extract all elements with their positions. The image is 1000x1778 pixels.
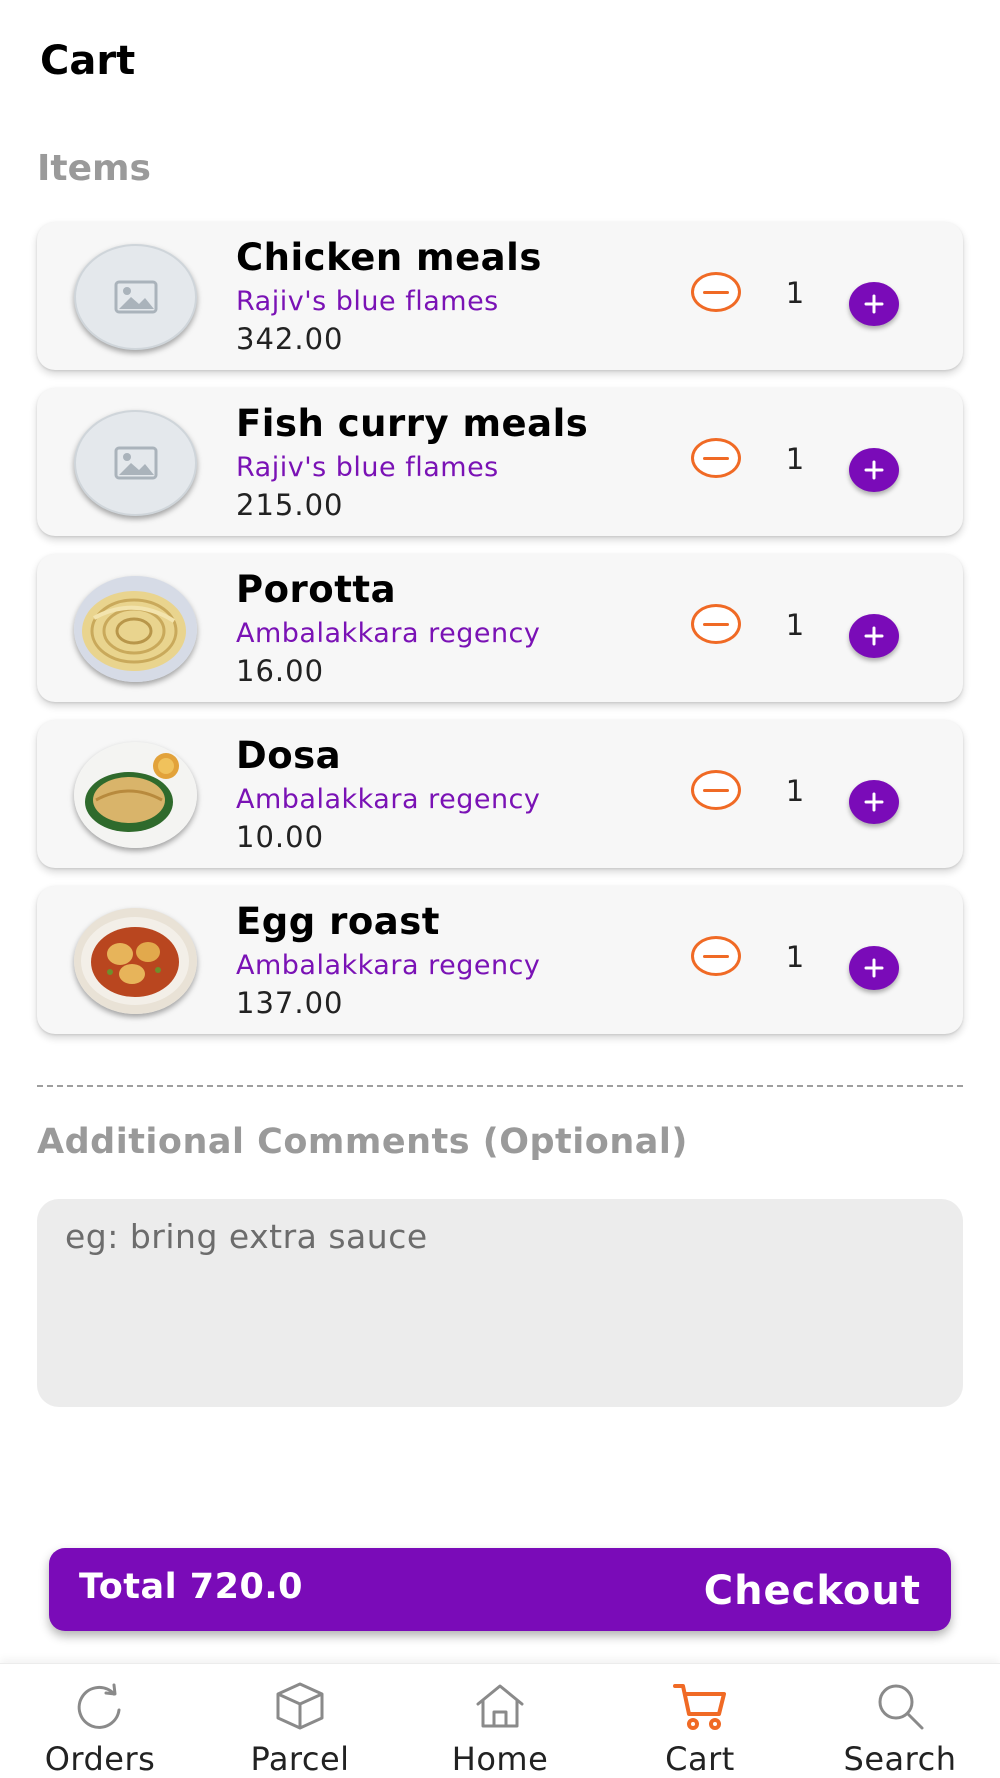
checkout-button[interactable]: Total 720.0 Checkout: [49, 1548, 951, 1631]
cart-icon: [672, 1680, 728, 1732]
refresh-icon: [72, 1680, 128, 1732]
cart-item: Dosa Ambalakkara regency 10.00 1: [37, 720, 963, 868]
nav-item-home[interactable]: Home: [400, 1664, 600, 1778]
minus-icon: [703, 456, 729, 460]
nav-item-cart[interactable]: Cart: [600, 1664, 800, 1778]
porotta-photo: [74, 576, 197, 682]
item-vendor: Rajiv's blue flames: [236, 452, 499, 483]
nav-item-search[interactable]: Search: [800, 1664, 1000, 1778]
increase-quantity-button[interactable]: [849, 282, 899, 326]
decrease-quantity-button[interactable]: [691, 770, 741, 810]
bottom-nav: Orders Parcel Home Cart Search: [0, 1663, 1000, 1778]
item-price: 137.00: [236, 986, 344, 1020]
home-icon: [472, 1680, 528, 1732]
item-name: Dosa: [236, 734, 342, 777]
plus-icon: [864, 792, 884, 812]
image-placeholder-icon: [74, 410, 197, 516]
increase-quantity-button[interactable]: [849, 780, 899, 824]
cart-items-list: Chicken meals Rajiv's blue flames 342.00…: [37, 222, 963, 1052]
item-quantity: 1: [785, 774, 805, 808]
increase-quantity-button[interactable]: [849, 448, 899, 492]
checkout-label: Checkout: [703, 1568, 921, 1614]
item-vendor: Ambalakkara regency: [236, 784, 541, 815]
minus-icon: [703, 290, 729, 294]
items-section-title: Items: [37, 148, 151, 189]
nav-item-parcel[interactable]: Parcel: [200, 1664, 400, 1778]
nav-label: Orders: [44, 1740, 156, 1778]
minus-icon: [703, 622, 729, 626]
nav-label: Search: [843, 1740, 957, 1778]
plus-icon: [864, 958, 884, 978]
nav-label: Cart: [665, 1740, 735, 1778]
item-vendor: Ambalakkara regency: [236, 950, 541, 981]
search-icon: [872, 1680, 928, 1732]
cart-item: Egg roast Ambalakkara regency 137.00 1: [37, 886, 963, 1034]
egg-roast-photo: [74, 908, 197, 1014]
nav-label: Home: [451, 1740, 549, 1778]
item-price: 10.00: [236, 820, 325, 854]
minus-icon: [703, 788, 729, 792]
cart-screen: Cart Items Chicken meals Rajiv's blue fl…: [0, 0, 1000, 1778]
cart-item: Chicken meals Rajiv's blue flames 342.00…: [37, 222, 963, 370]
page-title: Cart: [40, 38, 136, 84]
increase-quantity-button[interactable]: [849, 614, 899, 658]
item-price: 215.00: [236, 488, 344, 522]
item-quantity: 1: [785, 940, 805, 974]
dosa-photo: [74, 742, 197, 848]
total-amount: Total 720.0: [79, 1567, 304, 1607]
item-price: 342.00: [236, 322, 344, 356]
decrease-quantity-button[interactable]: [691, 936, 741, 976]
plus-icon: [864, 460, 884, 480]
cart-item: Porotta Ambalakkara regency 16.00 1: [37, 554, 963, 702]
item-name: Fish curry meals: [236, 402, 589, 445]
item-name: Porotta: [236, 568, 397, 611]
item-quantity: 1: [785, 608, 805, 642]
image-placeholder-icon: [74, 244, 197, 350]
cart-item: Fish curry meals Rajiv's blue flames 215…: [37, 388, 963, 536]
increase-quantity-button[interactable]: [849, 946, 899, 990]
minus-icon: [703, 954, 729, 958]
item-name: Egg roast: [236, 900, 440, 943]
comments-input[interactable]: [37, 1199, 963, 1407]
comments-label: Additional Comments (Optional): [37, 1122, 688, 1162]
box-icon: [272, 1680, 328, 1732]
plus-icon: [864, 626, 884, 646]
decrease-quantity-button[interactable]: [691, 438, 741, 478]
item-price: 16.00: [236, 654, 325, 688]
decrease-quantity-button[interactable]: [691, 272, 741, 312]
nav-label: Parcel: [250, 1740, 350, 1778]
nav-item-orders[interactable]: Orders: [0, 1664, 200, 1778]
item-quantity: 1: [785, 276, 805, 310]
item-quantity: 1: [785, 442, 805, 476]
item-vendor: Ambalakkara regency: [236, 618, 541, 649]
plus-icon: [864, 294, 884, 314]
dashed-divider: [37, 1085, 963, 1087]
item-vendor: Rajiv's blue flames: [236, 286, 499, 317]
decrease-quantity-button[interactable]: [691, 604, 741, 644]
item-name: Chicken meals: [236, 236, 542, 279]
